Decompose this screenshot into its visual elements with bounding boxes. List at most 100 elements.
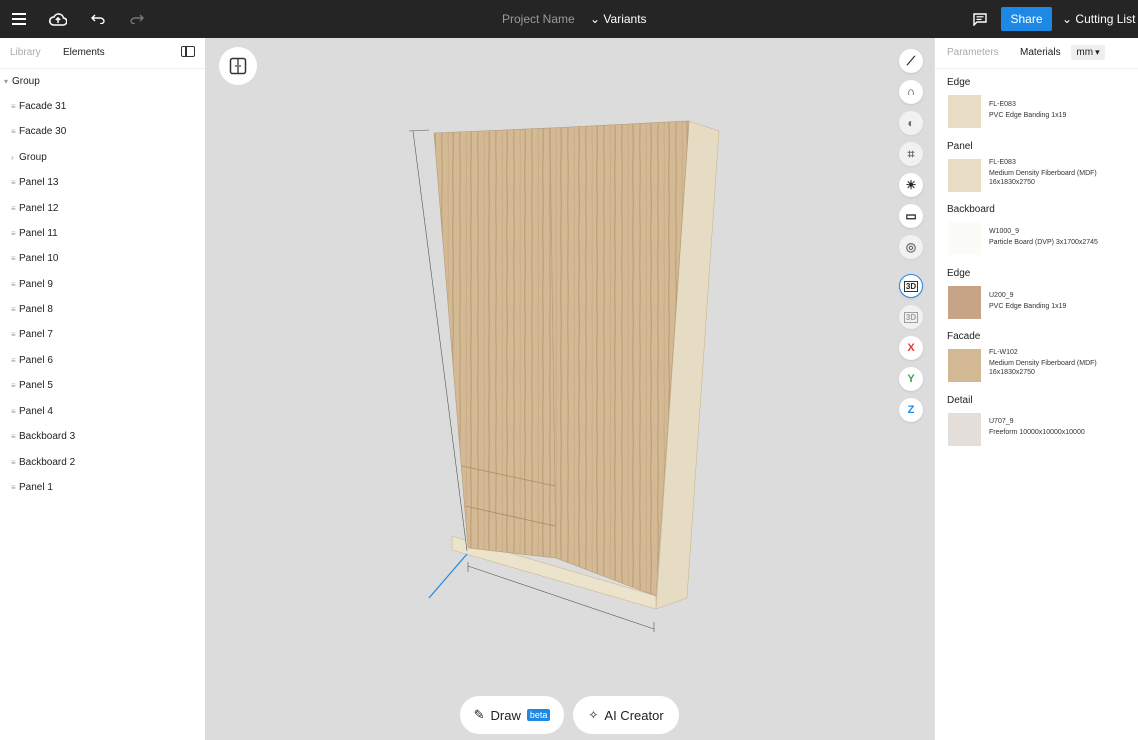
3d-view-button[interactable]: 3D [899,274,923,298]
section-view-button[interactable]: ◐ [899,111,923,135]
draw-button[interactable]: ✎ Draw beta [460,696,564,734]
axis-x-button[interactable]: X [899,336,923,360]
tree-item-label: Panel 1 [19,482,53,493]
material-code: FL-W102 [989,349,1018,356]
3d-canvas[interactable]: ⟋ ∩ ◐ ⌗ ☀ ▭ ◎ 3D 3D X Y Z ✎ Draw beta ✧ … [205,38,934,740]
material-code: W1000_9 [989,228,1019,235]
tree-item[interactable]: ≡ Panel 7 [11,329,53,340]
draw-label: Draw [490,707,521,723]
project-name[interactable]: Project Name [502,12,575,26]
beta-badge: beta [526,709,551,721]
tab-materials[interactable]: Materials [1020,47,1061,58]
magic-wand-button[interactable]: ⟋ [899,49,923,73]
item-handle-icon: ≡ [11,305,16,314]
target-button[interactable]: ◎ [899,235,923,259]
tree-item[interactable]: ≡ Panel 4 [11,406,53,417]
variants-dropdown[interactable]: ⌄ Variants [590,12,647,26]
tree-item-label: Facade 30 [19,126,67,137]
tree-item-label: Panel 7 [19,329,53,340]
redo-icon[interactable] [127,9,147,29]
unit-select[interactable]: mm ▾ [1071,45,1105,60]
material-swatch[interactable] [948,159,981,192]
material-category: Facade [947,331,981,342]
tree-item[interactable]: ≡ Facade 31 [11,101,66,112]
ai-creator-label: AI Creator [604,707,664,723]
tab-library[interactable]: Library [10,47,41,58]
material-code: U200_9 [989,292,1014,299]
material-code: FL-E083 [989,101,1016,108]
tree-item[interactable]: ≡ Panel 10 [11,253,58,264]
cutting-list-dropdown[interactable]: ⌄ Cutting List [1062,12,1135,26]
tree-item[interactable]: ≡ Panel 6 [11,355,53,366]
tree-item[interactable]: ≡ Panel 12 [11,203,58,214]
variants-label: Variants [603,12,647,26]
axis-z-label: Z [907,404,915,416]
comment-icon[interactable] [970,9,990,29]
wardrobe-model[interactable] [205,38,934,740]
lightbulb-icon: ☀ [905,178,917,192]
3d-cube-outline-icon: 3D [903,311,919,323]
tree-item-label: Backboard 2 [19,457,76,468]
tree-item[interactable]: ≡ Panel 5 [11,380,53,391]
tree-item[interactable]: ≡ Panel 13 [11,177,58,188]
material-swatch[interactable] [948,95,981,128]
tree-item-label: Panel 10 [19,253,59,264]
tree-item[interactable]: ≡ Panel 9 [11,279,53,290]
material-description: Medium Density Fiberboard (MDF) 16x1830x… [989,170,1097,186]
item-handle-icon: ≡ [11,458,16,467]
magic-wand-icon: ⟋ [906,53,916,68]
ai-creator-button[interactable]: ✧ AI Creator [573,696,679,734]
tree-item[interactable]: › Group [11,152,47,163]
tree-item-label: Panel 13 [19,177,59,188]
target-icon: ◎ [905,240,917,254]
material-description: PVC Edge Banding 1x19 [989,303,1067,310]
material-swatch[interactable] [948,286,981,319]
light-button[interactable]: ☀ [899,173,923,197]
undo-icon[interactable] [88,9,108,29]
sparkles-icon: ✧ [588,708,599,722]
tree-item[interactable]: ▾ Group [4,76,40,87]
chevron-down-icon: ▾ [1095,47,1100,57]
item-handle-icon: ≡ [11,229,16,238]
tree-item-label: Panel 4 [19,406,53,417]
axis-y-label: Y [907,373,915,385]
item-handle-icon: ≡ [11,407,16,416]
material-swatch[interactable] [948,413,981,446]
magnet-button[interactable]: ∩ [899,80,923,104]
material-description: Freeform 10000x10000x10000 [989,429,1085,436]
cloud-upload-icon[interactable] [48,9,68,29]
tree-item-label: Panel 11 [19,228,58,239]
item-handle-icon: ≡ [11,102,16,111]
tree-item[interactable]: ≡ Backboard 3 [11,431,75,442]
tab-parameters[interactable]: Parameters [947,47,999,58]
tree-item[interactable]: ≡ Backboard 2 [11,457,75,468]
share-button[interactable]: Share [1001,7,1052,31]
material-category: Backboard [947,204,995,215]
tree-item-label: Group [19,152,47,163]
tree-item-label: Panel 6 [19,355,53,366]
tree-item[interactable]: ≡ Panel 11 [11,228,58,239]
left-tabs: Library Elements [0,38,205,69]
pencil-icon: ✎ [473,707,485,722]
door-view-button[interactable] [219,47,257,85]
material-swatch[interactable] [948,222,981,255]
tree-item[interactable]: ≡ Facade 30 [11,126,66,137]
ruler-button[interactable]: ▭ [899,204,923,228]
menu-icon[interactable] [9,9,29,29]
right-tabs: Parameters Materials mm ▾ [935,38,1138,69]
item-handle-icon: ≡ [11,381,16,390]
tree-item[interactable]: ≡ Panel 1 [11,482,53,493]
tree-item[interactable]: ≡ Panel 8 [11,304,53,315]
axis-y-button[interactable]: Y [899,367,923,391]
material-code: FL-E083 [989,159,1016,166]
bounding-box-button[interactable]: ⌗ [899,142,923,166]
3d-alt-view-button[interactable]: 3D [899,305,923,329]
bounding-box-icon: ⌗ [907,146,915,161]
tree-item-label: Panel 9 [19,279,53,290]
material-category: Edge [947,268,971,279]
axis-x-label: X [907,342,915,354]
material-swatch[interactable] [948,349,981,382]
sidebar-toggle-icon[interactable] [181,46,195,57]
axis-z-button[interactable]: Z [899,398,923,422]
tab-elements[interactable]: Elements [63,47,105,58]
